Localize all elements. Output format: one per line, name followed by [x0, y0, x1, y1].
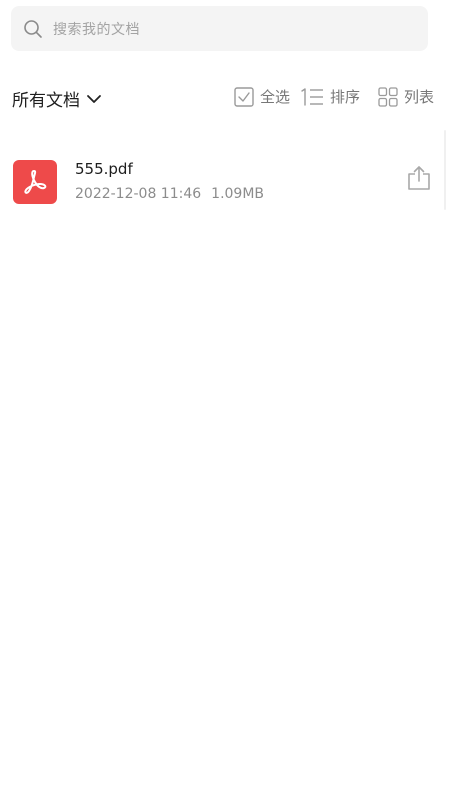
document-filter-dropdown[interactable]: 所有文档 — [12, 86, 102, 111]
file-date: 2022-12-08 11:46 — [75, 186, 202, 202]
chevron-down-icon — [86, 91, 102, 107]
share-icon[interactable] — [406, 164, 432, 192]
file-name: 555.pdf — [75, 160, 133, 178]
search-placeholder: 搜索我的文档 — [53, 21, 140, 38]
select-all-button[interactable]: 全选 — [234, 86, 290, 107]
document-list-screen: 搜索我的文档 所有文档 全选 排序 列表 555.pdf 2022-12-08 … — [0, 0, 450, 800]
sort-icon — [300, 87, 324, 107]
list-view-button[interactable]: 列表 — [378, 86, 434, 107]
search-bar[interactable]: 搜索我的文档 — [11, 6, 428, 51]
sort-label: 排序 — [330, 88, 361, 106]
filter-label: 所有文档 — [12, 91, 80, 111]
file-meta: 2022-12-08 11:46 1.09MB — [75, 186, 264, 202]
file-size: 1.09MB — [211, 186, 265, 202]
sort-button[interactable]: 排序 — [300, 86, 360, 107]
file-list-item[interactable]: 555.pdf 2022-12-08 11:46 1.09MB — [0, 150, 450, 216]
checkbox-icon — [234, 86, 254, 107]
grid-icon — [378, 86, 398, 107]
search-icon — [23, 19, 43, 39]
select-all-label: 全选 — [260, 88, 291, 106]
pdf-icon — [13, 160, 57, 204]
toolbar: 所有文档 全选 排序 列表 — [0, 80, 450, 116]
scrollbar[interactable] — [444, 130, 446, 210]
list-label: 列表 — [404, 88, 435, 106]
